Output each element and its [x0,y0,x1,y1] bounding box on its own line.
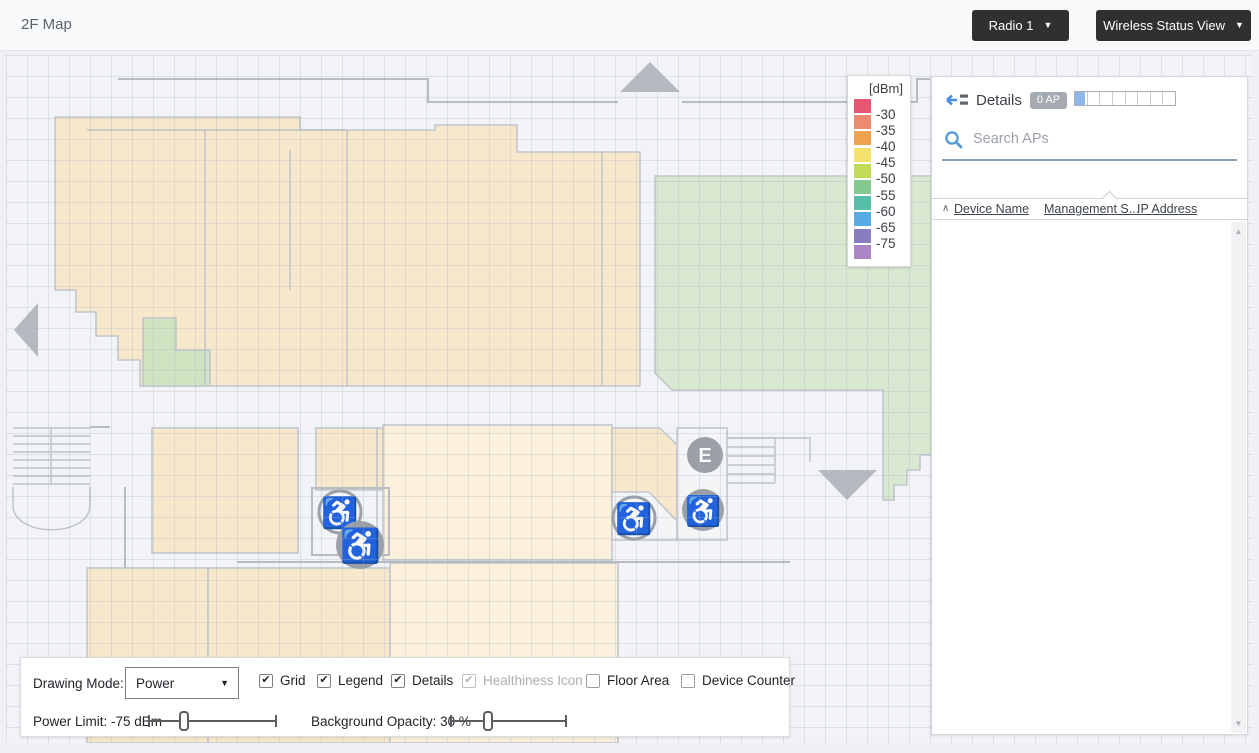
legend-swatch [854,131,871,145]
nav-arrow-down-icon [818,470,877,500]
sort-asc-icon: ∧ [942,203,949,214]
legend-entry: -30 [854,98,904,114]
checkbox-healthiness-icon: ✔ Healthiness Icon [462,673,583,688]
stairs-symbol [13,428,90,530]
radio-select-button[interactable]: Radio 1 ▼ [972,10,1069,41]
checkbox-legend[interactable]: ✔ Legend [317,673,383,688]
map-toolbar: Drawing Mode: Power ▼ ✔ Grid ✔ Legend ✔ … [20,657,790,737]
power-limit-label: Power Limit: -75 dBm [33,714,162,729]
view-button-label: Wireless Status View [1103,18,1225,33]
wheelchair-filled-icon: ♿ [336,521,384,569]
ap-list: ▲ ▼ [932,221,1247,734]
panel-title: Details [976,92,1022,109]
ap-count-badge: 0 AP [1030,92,1067,109]
chevron-down-icon: ▼ [1235,21,1244,30]
ap-health-progressbar [1074,91,1176,106]
power-limit-slider[interactable] [149,720,276,722]
checkbox-grid[interactable]: ✔ Grid [259,673,306,688]
background-opacity-label: Background Opacity: 30 % [311,714,471,729]
legend-swatch [854,245,871,259]
background-opacity-slider[interactable] [451,720,566,722]
details-panel: Details 0 AP ∧ Device Name Management S.… [931,76,1248,735]
room-area [383,425,612,560]
legend-swatch [854,196,871,210]
column-management-status[interactable]: Management S... [1044,202,1139,216]
svg-text:E: E [698,445,711,467]
wheelchair-filled-icon: ♿ [682,489,724,531]
wheelchair-outline-icon: ♿ [613,497,655,539]
search-input[interactable] [973,131,1235,147]
chevron-down-icon: ▼ [1043,21,1052,30]
column-device-name[interactable]: Device Name [954,202,1029,216]
checkbox-box: ✔ [317,674,331,688]
power-limit-slider-handle[interactable] [179,711,189,731]
legend-swatch [854,212,871,226]
room-area [152,428,298,553]
legend-swatch [854,148,871,162]
search-underline [942,159,1237,161]
checkbox-details[interactable]: ✔ Details [391,673,453,688]
dbm-legend: [dBm] -30 -35 -40 -45 -50 -55 -60 -65 -7… [847,75,911,267]
checkbox-box: ✔ [462,674,476,688]
drawing-mode-label: Drawing Mode: [33,676,124,691]
drawing-mode-select[interactable]: Power ▼ [125,667,239,699]
ap-list-header: ∧ Device Name Management S... IP Address [932,198,1247,220]
progress-fill [1075,92,1085,105]
checkbox-box [681,674,695,688]
checkbox-box: ✔ [391,674,405,688]
legend-swatch [854,164,871,178]
search-icon [944,130,963,149]
checkbox-floor-area[interactable]: Floor Area [586,673,669,688]
legend-title: [dBm] [854,81,904,96]
nav-arrow-left-icon [14,303,38,357]
checkbox-box [586,674,600,688]
collapse-panel-icon[interactable] [944,92,968,108]
drawing-mode-value: Power [136,676,174,691]
room-area [316,428,383,490]
view-select-button[interactable]: Wireless Status View ▼ [1096,10,1251,41]
app-header: 2F Map Radio 1 ▼ Wireless Status View ▼ [0,0,1259,51]
stairs-symbol [727,438,810,483]
legend-swatch [854,115,871,129]
page-title: 2F Map [21,16,72,33]
legend-swatch [854,99,871,113]
checkbox-device-counter[interactable]: Device Counter [681,673,795,688]
background-opacity-slider-handle[interactable] [483,711,493,731]
svg-text:♿: ♿ [685,494,721,528]
checkbox-box: ✔ [259,674,273,688]
scroll-down-icon[interactable]: ▼ [1231,716,1246,731]
legend-swatch [854,229,871,243]
svg-text:♿: ♿ [339,527,380,565]
scrollbar[interactable]: ▲ ▼ [1231,222,1246,733]
svg-text:♿: ♿ [615,501,652,536]
radio-button-label: Radio 1 [989,18,1034,33]
elevator-icon: E [687,437,723,473]
scroll-up-icon[interactable]: ▲ [1231,224,1246,239]
column-ip-address[interactable]: IP Address [1137,202,1197,216]
nav-arrow-up-icon [620,62,680,92]
legend-swatch [854,180,871,194]
chevron-down-icon: ▼ [220,678,229,688]
